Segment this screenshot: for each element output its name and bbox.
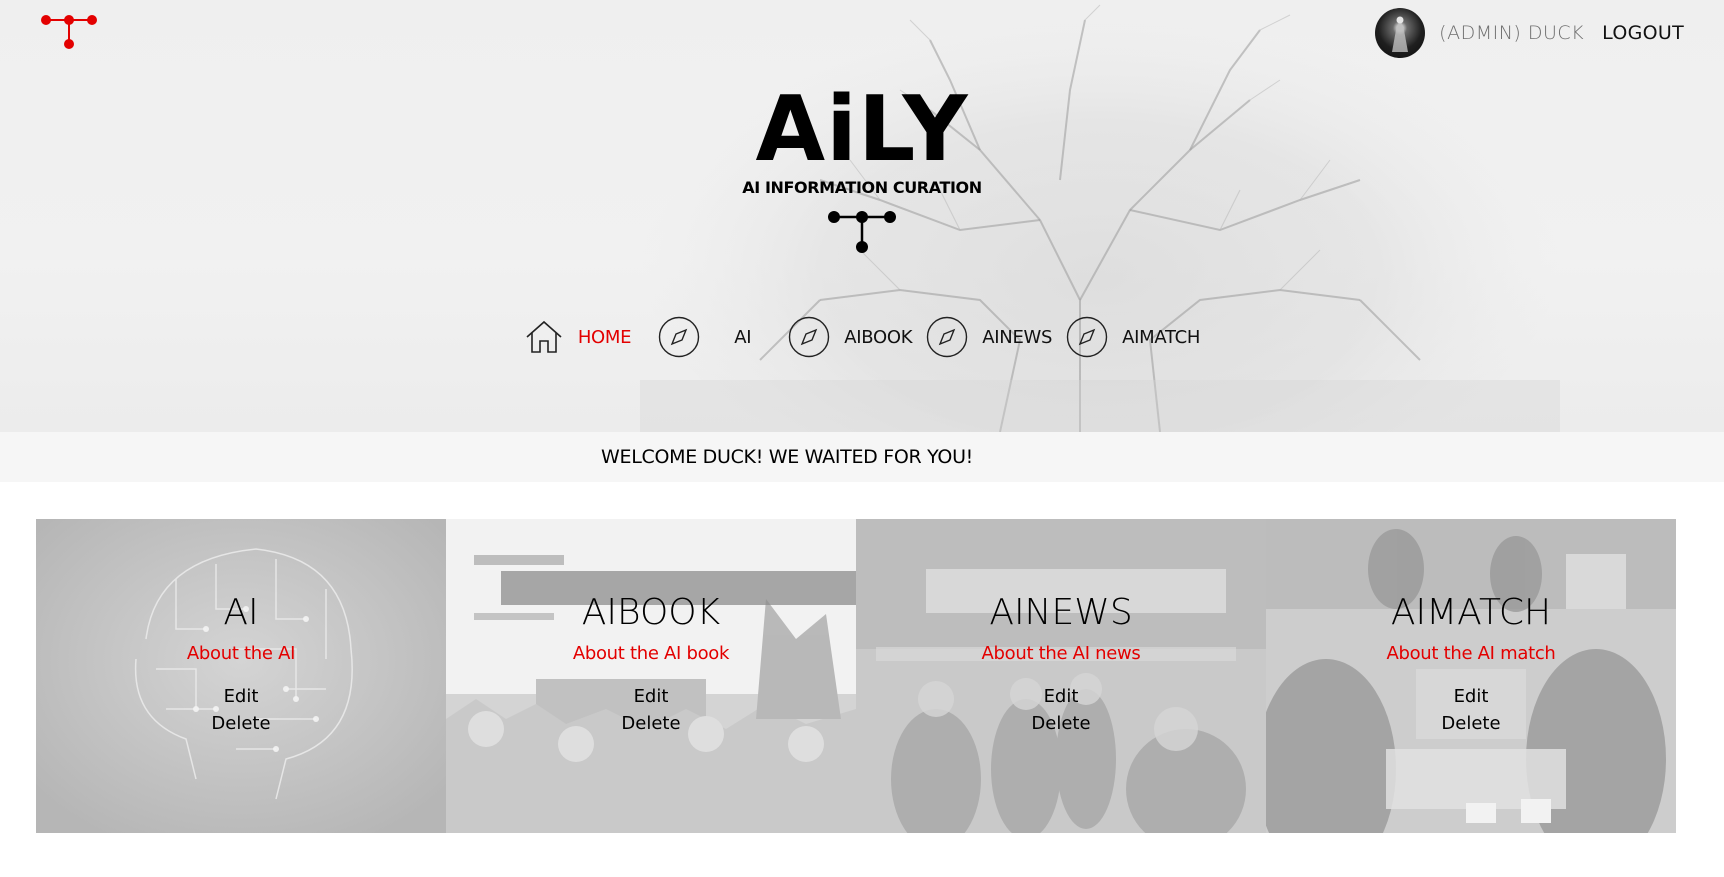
nav-item-aimatch[interactable]: AIMATCH (1066, 316, 1200, 358)
edit-link[interactable]: Edit (1266, 686, 1676, 707)
compass-icon (1066, 316, 1108, 358)
edit-link[interactable]: Edit (36, 686, 446, 707)
nav-label-aimatch: AIMATCH (1122, 326, 1201, 348)
hero-banner: (ADMIN) DUCK LOGOUT AiLY AI INFORMATION … (0, 0, 1724, 432)
nav-item-ainews[interactable]: AINEWS (926, 316, 1052, 358)
edit-link[interactable]: Edit (856, 686, 1266, 707)
corner-logo-icon[interactable] (36, 10, 106, 52)
nav-item-home[interactable]: HOME (524, 319, 632, 355)
delete-link[interactable]: Delete (36, 713, 446, 734)
delete-link[interactable]: Delete (446, 713, 856, 734)
nav-label-aibook: AIBOOK (844, 326, 913, 348)
nav-item-ai[interactable]: AI (658, 316, 752, 358)
site-subtitle: AI INFORMATION CURATION (742, 178, 982, 197)
delete-link[interactable]: Delete (1266, 713, 1676, 734)
category-cards: AI About the AI Edit Delete AIBOOK About… (36, 519, 1676, 833)
brand: AiLY AI INFORMATION CURATION (0, 82, 1724, 255)
compass-icon (788, 316, 830, 358)
edit-link[interactable]: Edit (446, 686, 856, 707)
user-name[interactable]: (ADMIN) DUCK (1439, 22, 1584, 44)
card-ai[interactable]: AI About the AI Edit Delete (36, 519, 446, 833)
brand-mark-icon (828, 211, 896, 253)
card-title[interactable]: AINEWS (856, 591, 1266, 635)
card-description: About the AI match (1386, 643, 1556, 664)
user-menu: (ADMIN) DUCK LOGOUT (1375, 8, 1684, 58)
card-aimatch[interactable]: AIMATCH About the AI match Edit Delete (1266, 519, 1676, 833)
nav-label-ai: AI (734, 326, 752, 348)
card-title[interactable]: AI (36, 591, 446, 635)
site-title[interactable]: AiLY (0, 82, 1724, 178)
card-title[interactable]: AIMATCH (1266, 591, 1676, 635)
main-nav: HOME AI AIBOOK AINEWS AIMATCH (0, 316, 1724, 358)
card-description: About the AI news (981, 643, 1141, 664)
avatar-figure-icon (1392, 16, 1409, 52)
home-icon (524, 319, 564, 355)
card-title[interactable]: AIBOOK (446, 591, 856, 635)
delete-link[interactable]: Delete (856, 713, 1266, 734)
welcome-bar: WELCOME DUCK! WE WAITED FOR YOU! (0, 432, 1724, 482)
nav-label-ainews: AINEWS (982, 326, 1053, 348)
welcome-message: WELCOME DUCK! WE WAITED FOR YOU! (601, 446, 973, 468)
nav-item-aibook[interactable]: AIBOOK (788, 316, 913, 358)
nav-label-home: HOME (577, 326, 632, 348)
avatar[interactable] (1375, 8, 1426, 58)
compass-icon (926, 316, 968, 358)
card-description: About the AI book (572, 643, 730, 664)
card-ainews[interactable]: AINEWS About the AI news Edit Delete (856, 519, 1266, 833)
card-description: About the AI (186, 643, 296, 664)
compass-icon (658, 316, 700, 358)
card-aibook[interactable]: AIBOOK About the AI book Edit Delete (446, 519, 856, 833)
logout-link[interactable]: LOGOUT (1602, 22, 1684, 44)
